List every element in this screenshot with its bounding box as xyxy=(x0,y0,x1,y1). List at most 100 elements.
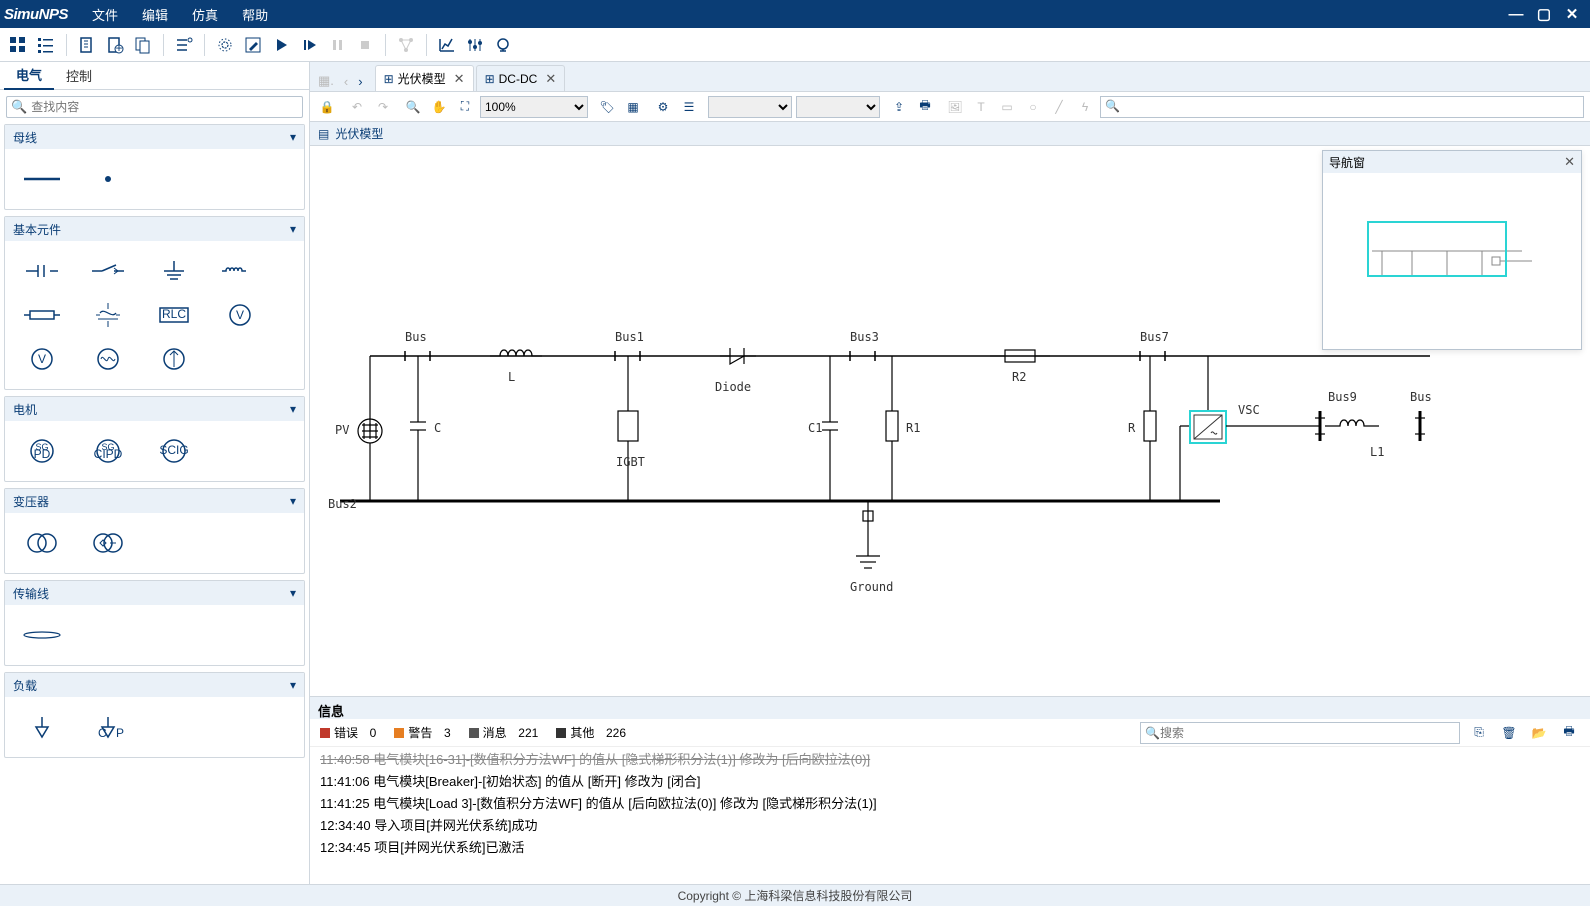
info-tab-warn[interactable]: 警告 3 xyxy=(394,724,450,741)
breadcrumb-text[interactable]: 光伏模型 xyxy=(335,125,383,142)
print-icon[interactable]: 🖶 xyxy=(914,96,936,118)
tab-next-icon[interactable]: › xyxy=(354,72,366,91)
category-load-header[interactable]: 负载▾ xyxy=(5,673,304,697)
category-transformer-header[interactable]: 变压器▾ xyxy=(5,489,304,513)
part-tline[interactable] xyxy=(9,613,75,657)
part-resistor[interactable] xyxy=(9,293,75,337)
navigator-window[interactable]: 导航窗✕ xyxy=(1322,150,1582,350)
open-doc-icon[interactable]: + xyxy=(103,33,127,57)
part-sg-cipd[interactable]: SGCIPD xyxy=(75,429,141,473)
navigator-close-icon[interactable]: ✕ xyxy=(1564,154,1575,170)
tab-home-icon[interactable]: ▦. xyxy=(314,71,338,91)
info-search[interactable]: 🔍 xyxy=(1140,722,1460,744)
dropdown-2[interactable] xyxy=(796,96,880,118)
left-tab-control[interactable]: 控制 xyxy=(54,62,104,89)
gear-icon[interactable] xyxy=(213,33,237,57)
chart-icon[interactable] xyxy=(435,33,459,57)
component-search-input[interactable] xyxy=(31,100,302,114)
minimize-button[interactable]: — xyxy=(1502,6,1530,23)
edit-icon[interactable] xyxy=(241,33,265,57)
left-tab-electric[interactable]: 电气 xyxy=(4,61,54,90)
navigator-viewport[interactable] xyxy=(1367,221,1507,277)
pause-icon[interactable] xyxy=(325,33,349,57)
tag-icon[interactable]: 🏷 xyxy=(596,96,618,118)
grid-view-icon[interactable] xyxy=(6,33,30,57)
part-voltmeter2[interactable]: V xyxy=(9,337,75,381)
close-button[interactable]: ✕ xyxy=(1558,5,1586,23)
part-transformer2[interactable] xyxy=(75,521,141,565)
part-sg-pd[interactable]: SGPD xyxy=(9,429,75,473)
list-view-icon[interactable] xyxy=(34,33,58,57)
tab-close-icon[interactable]: ✕ xyxy=(454,71,465,87)
stop-icon[interactable] xyxy=(353,33,377,57)
undo-icon[interactable]: ↶ xyxy=(346,96,368,118)
menu-help[interactable]: 帮助 xyxy=(230,5,280,24)
part-rlc-block[interactable]: RLC xyxy=(141,293,207,337)
part-scig[interactable]: SCIG xyxy=(141,429,207,473)
menu-sim[interactable]: 仿真 xyxy=(180,5,230,24)
tab-pv-model[interactable]: ⊞ 光伏模型 ✕ xyxy=(375,65,474,91)
select-icon[interactable]: ▦ xyxy=(622,96,644,118)
layers-icon[interactable]: ☰ xyxy=(678,96,700,118)
fit-icon[interactable]: ⛶ xyxy=(454,96,476,118)
export-icon[interactable]: ⇪ xyxy=(888,96,910,118)
tab-close-icon[interactable]: ✕ xyxy=(545,71,556,87)
message-row[interactable]: 11:40:58 电气模块[16-31]-[数值积分方法WF] 的值从 [隐式梯… xyxy=(320,749,1580,771)
category-basic-header[interactable]: 基本元件▾ xyxy=(5,217,304,241)
canvas[interactable]: Bus Bus1 Bus3 Bus7 L Diode R2 Bus2 xyxy=(310,146,1590,696)
circle-icon[interactable]: ○ xyxy=(1022,96,1044,118)
part-bus-line[interactable] xyxy=(9,157,75,201)
part-ac-source[interactable] xyxy=(75,337,141,381)
category-motor-header[interactable]: 电机▾ xyxy=(5,397,304,421)
maximize-button[interactable]: ▢ xyxy=(1530,5,1558,23)
zoom-select[interactable]: 100% xyxy=(480,96,588,118)
canvas-search[interactable] xyxy=(1100,96,1584,118)
delete-icon[interactable]: 🗑 xyxy=(1498,722,1520,744)
part-source1[interactable] xyxy=(75,293,141,337)
gear2-icon[interactable]: ⚙ xyxy=(652,96,674,118)
message-row[interactable]: 12:34:40 导入项目[并网光伏系统]成功 xyxy=(320,815,1580,837)
info-tab-other[interactable]: 其他 226 xyxy=(556,724,626,741)
redo-icon[interactable]: ↷ xyxy=(372,96,394,118)
scope-icon[interactable] xyxy=(491,33,515,57)
print2-icon[interactable]: 🖶 xyxy=(1558,722,1580,744)
part-transformer1[interactable] xyxy=(9,521,75,565)
copy-doc-icon[interactable] xyxy=(131,33,155,57)
nodes-icon[interactable] xyxy=(394,33,418,57)
folder-icon[interactable]: 📂 xyxy=(1528,722,1550,744)
info-search-input[interactable] xyxy=(1160,726,1455,740)
flash-icon[interactable]: ϟ xyxy=(1074,96,1096,118)
play-icon[interactable] xyxy=(269,33,293,57)
part-bus-node[interactable] xyxy=(75,157,141,201)
part-load1[interactable] xyxy=(9,705,75,749)
part-switch[interactable] xyxy=(75,249,141,293)
line-icon[interactable]: ╱ xyxy=(1048,96,1070,118)
part-voltmeter1[interactable]: V xyxy=(207,293,273,337)
part-load-cvp[interactable]: CP xyxy=(75,705,141,749)
part-capacitor[interactable] xyxy=(9,249,75,293)
component-search[interactable]: 🔍 xyxy=(6,96,303,118)
part-inductor[interactable] xyxy=(207,249,273,293)
pan-icon[interactable]: ✋ xyxy=(428,96,450,118)
info-tab-msg[interactable]: 消息 221 xyxy=(469,724,539,741)
message-row[interactable]: 12:34:45 项目[并网光伏系统]已激活 xyxy=(320,837,1580,859)
message-row[interactable]: 11:41:25 电气模块[Load 3]-[数值积分方法WF] 的值从 [后向… xyxy=(320,793,1580,815)
image-icon[interactable]: 🖼 xyxy=(944,96,966,118)
info-tab-error[interactable]: 错误 0 xyxy=(320,724,376,741)
step-icon[interactable] xyxy=(297,33,321,57)
zoom-icon[interactable]: 🔍 xyxy=(402,96,424,118)
rect-icon[interactable]: ▭ xyxy=(996,96,1018,118)
sliders-icon[interactable] xyxy=(463,33,487,57)
dropdown-1[interactable] xyxy=(708,96,792,118)
message-row[interactable]: 11:41:06 电气模块[Breaker]-[初始状态] 的值从 [断开] 修… xyxy=(320,771,1580,793)
new-doc-icon[interactable] xyxy=(75,33,99,57)
part-ground[interactable] xyxy=(141,249,207,293)
category-tline-header[interactable]: 传输线▾ xyxy=(5,581,304,605)
menu-file[interactable]: 文件 xyxy=(80,5,130,24)
tab-dcdc[interactable]: ⊞ DC-DC ✕ xyxy=(476,65,566,91)
copy-icon[interactable]: ⎘ xyxy=(1468,722,1490,744)
text-icon[interactable]: T xyxy=(970,96,992,118)
lock-icon[interactable]: 🔒 xyxy=(316,96,338,118)
settings-list-icon[interactable] xyxy=(172,33,196,57)
tab-prev-icon[interactable]: ‹ xyxy=(340,72,352,91)
